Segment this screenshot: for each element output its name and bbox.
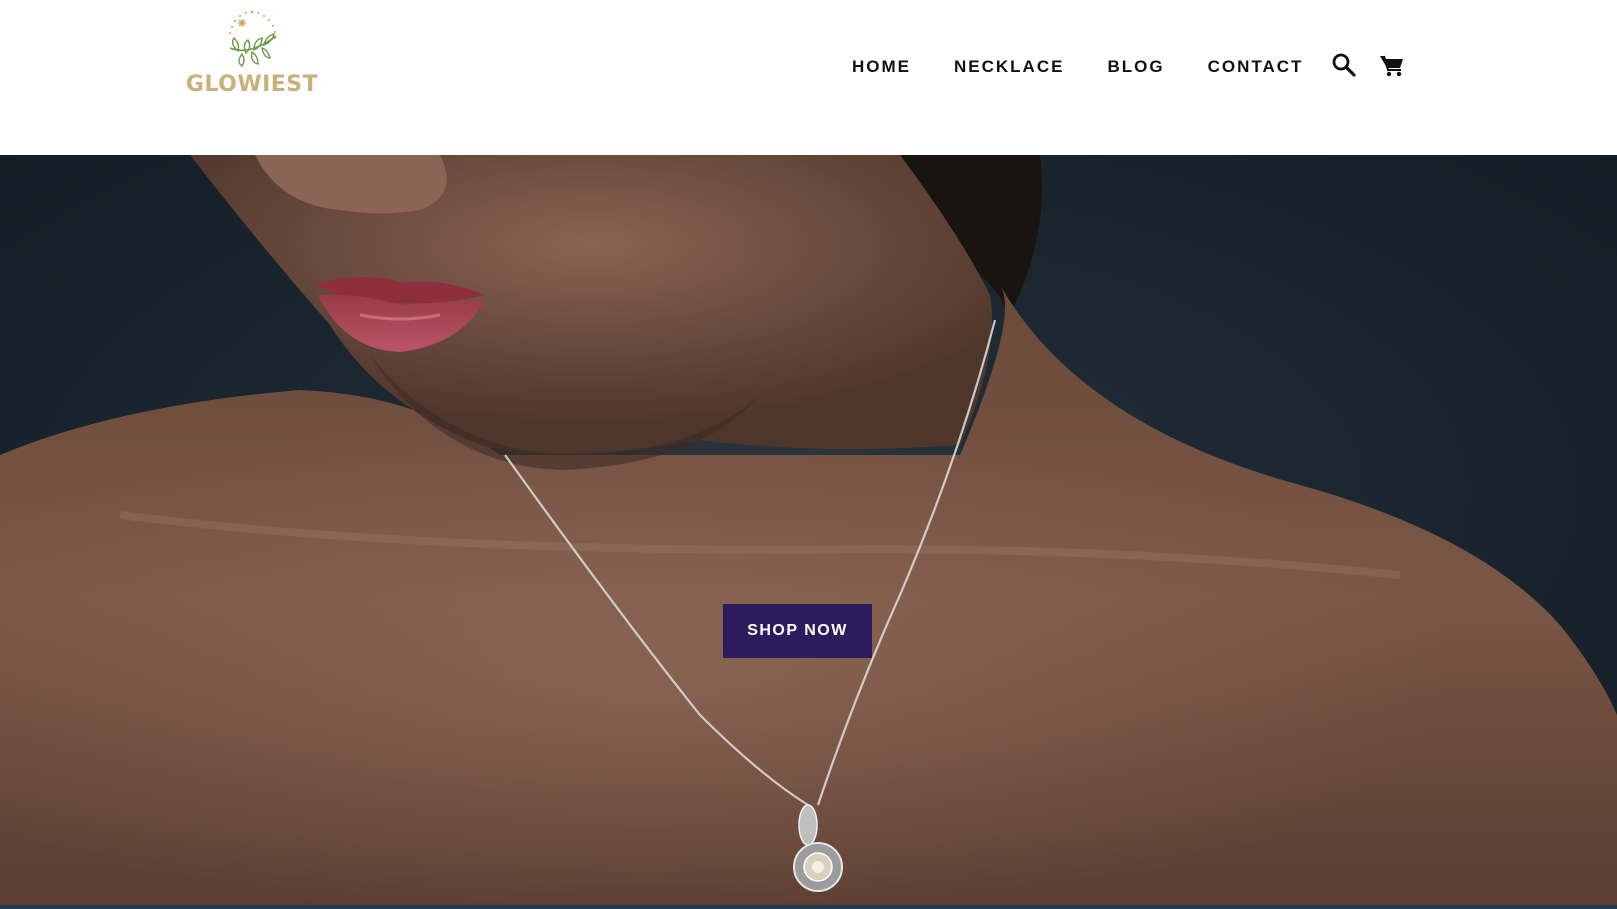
hero-banner: SHOP NOW (0, 155, 1617, 909)
header-icons (1330, 48, 1406, 82)
page: GLOWIEST HOME NECKLACE BLOG CONTACT SHOP… (0, 0, 1617, 909)
shop-now-button[interactable]: SHOP NOW (723, 604, 872, 658)
cart-icon[interactable] (1378, 51, 1406, 79)
wreath-logo-icon (229, 10, 277, 67)
nav-item-blog[interactable]: BLOG (1107, 50, 1164, 84)
hero-bottom-divider (0, 905, 1617, 909)
brand-name: GLOWIEST (185, 72, 319, 97)
nav-item-necklace[interactable]: NECKLACE (954, 50, 1064, 84)
brand-logo[interactable]: GLOWIEST (182, 8, 322, 102)
nav-item-home[interactable]: HOME (852, 50, 911, 84)
nav-item-contact[interactable]: CONTACT (1208, 50, 1304, 84)
hero-image (0, 155, 1617, 909)
search-icon[interactable] (1330, 51, 1358, 79)
main-nav: HOME NECKLACE BLOG CONTACT (852, 50, 1303, 84)
site-header: GLOWIEST HOME NECKLACE BLOG CONTACT (0, 0, 1617, 155)
